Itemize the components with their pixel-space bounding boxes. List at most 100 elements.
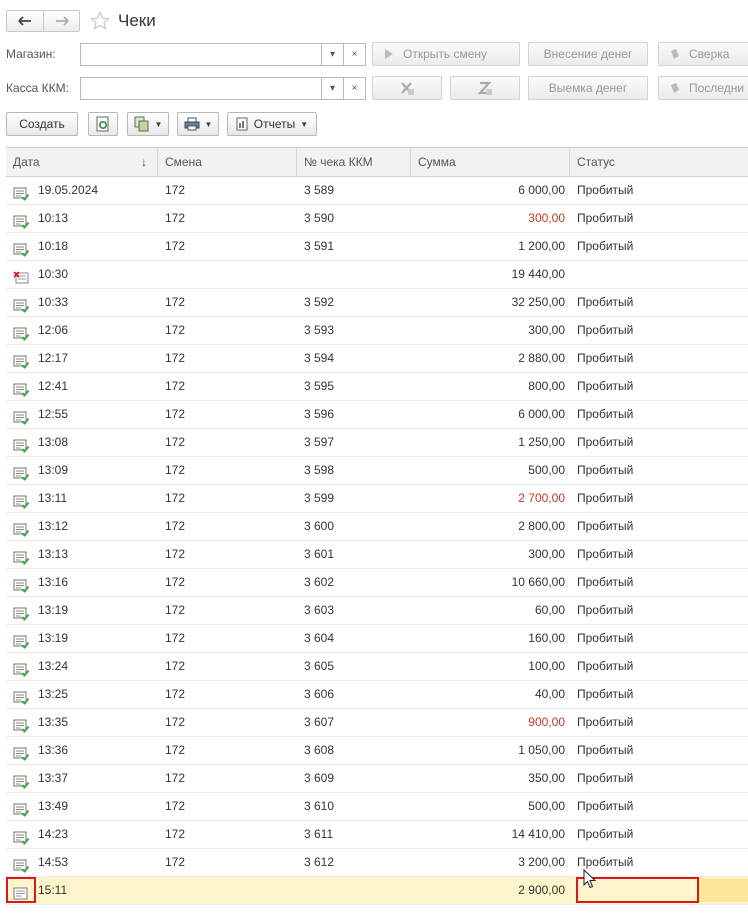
cell-shift[interactable]: 172: [158, 345, 297, 372]
cell-sum[interactable]: 300,00: [411, 317, 570, 344]
cell-check-number[interactable]: 3 590: [297, 205, 411, 232]
cell-date[interactable]: 13:36: [6, 737, 158, 764]
cell-status[interactable]: Пробитый: [570, 233, 748, 260]
cell-shift[interactable]: 172: [158, 737, 297, 764]
cell-check-number[interactable]: 3 601: [297, 541, 411, 568]
cell-shift[interactable]: 172: [158, 709, 297, 736]
cell-sum[interactable]: 14 410,00: [411, 821, 570, 848]
table-row[interactable]: 12:41 172 3 595 800,00 Пробитый: [6, 373, 748, 401]
cell-sum[interactable]: 3 200,00: [411, 849, 570, 876]
last-check-button[interactable]: Последни: [658, 76, 748, 100]
table-row[interactable]: 13:36 172 3 608 1 050,00 Пробитый: [6, 737, 748, 765]
table-row[interactable]: 13:09 172 3 598 500,00 Пробитый: [6, 457, 748, 485]
cell-date[interactable]: 10:18: [6, 233, 158, 260]
cell-date[interactable]: 14:53: [6, 849, 158, 876]
table-row[interactable]: 14:53 172 3 612 3 200,00 Пробитый: [6, 849, 748, 877]
table-row[interactable]: 13:35 172 3 607 900,00 Пробитый: [6, 709, 748, 737]
shop-dropdown-button[interactable]: ▾: [322, 42, 344, 66]
cell-status[interactable]: Пробитый: [570, 345, 748, 372]
cell-check-number[interactable]: 3 593: [297, 317, 411, 344]
cell-check-number[interactable]: 3 606: [297, 681, 411, 708]
cell-status[interactable]: Пробитый: [570, 681, 748, 708]
cell-status[interactable]: Пробитый: [570, 765, 748, 792]
cell-sum[interactable]: 60,00: [411, 597, 570, 624]
back-button[interactable]: [7, 11, 43, 31]
table-row[interactable]: 13:49 172 3 610 500,00 Пробитый: [6, 793, 748, 821]
cell-date[interactable]: 13:19: [6, 625, 158, 652]
cell-status[interactable]: Пробитый: [570, 289, 748, 316]
cell-shift[interactable]: 172: [158, 513, 297, 540]
cell-status[interactable]: Пробитый: [570, 793, 748, 820]
cell-date[interactable]: 12:17: [6, 345, 158, 372]
cell-status[interactable]: Пробитый: [570, 513, 748, 540]
cell-check-number[interactable]: 3 597: [297, 429, 411, 456]
table-row[interactable]: 10:30 19 440,00: [6, 261, 748, 289]
z-report-button[interactable]: [450, 76, 520, 100]
cell-date[interactable]: 13:16: [6, 569, 158, 596]
cell-check-number[interactable]: 3 605: [297, 653, 411, 680]
table-row[interactable]: 13:19 172 3 603 60,00 Пробитый: [6, 597, 748, 625]
cell-check-number[interactable]: 3 595: [297, 373, 411, 400]
table-row[interactable]: 13:12 172 3 600 2 800,00 Пробитый: [6, 513, 748, 541]
cell-sum[interactable]: 160,00: [411, 625, 570, 652]
table-row[interactable]: 13:16 172 3 602 10 660,00 Пробитый: [6, 569, 748, 597]
cell-check-number[interactable]: 3 610: [297, 793, 411, 820]
cell-sum[interactable]: 500,00: [411, 793, 570, 820]
cell-check-number[interactable]: 3 604: [297, 625, 411, 652]
cell-sum[interactable]: 1 050,00: [411, 737, 570, 764]
cell-shift[interactable]: 172: [158, 205, 297, 232]
table-row[interactable]: 10:18 172 3 591 1 200,00 Пробитый: [6, 233, 748, 261]
forward-button[interactable]: [43, 11, 79, 31]
cell-status[interactable]: Пробитый: [570, 401, 748, 428]
cell-sum[interactable]: 800,00: [411, 373, 570, 400]
cell-date[interactable]: 14:23: [6, 821, 158, 848]
cell-sum[interactable]: 2 880,00: [411, 345, 570, 372]
cell-shift[interactable]: 172: [158, 569, 297, 596]
cell-date[interactable]: 10:33: [6, 289, 158, 316]
cell-status[interactable]: Пробитый: [570, 205, 748, 232]
cell-sum[interactable]: 100,00: [411, 653, 570, 680]
cell-date[interactable]: 12:41: [6, 373, 158, 400]
table-row[interactable]: 13:08 172 3 597 1 250,00 Пробитый: [6, 429, 748, 457]
cell-sum[interactable]: 40,00: [411, 681, 570, 708]
cell-status[interactable]: Пробитый: [570, 485, 748, 512]
cell-sum[interactable]: 2 700,00: [411, 485, 570, 512]
cell-date[interactable]: 13:11: [6, 485, 158, 512]
cell-check-number[interactable]: [297, 261, 411, 288]
cell-status[interactable]: Пробитый: [570, 653, 748, 680]
cell-check-number[interactable]: 3 607: [297, 709, 411, 736]
cell-shift[interactable]: 172: [158, 765, 297, 792]
cell-check-number[interactable]: 3 591: [297, 233, 411, 260]
cell-check-number[interactable]: 3 596: [297, 401, 411, 428]
table-row[interactable]: 14:23 172 3 611 14 410,00 Пробитый: [6, 821, 748, 849]
column-header-date[interactable]: Дата ↓: [6, 148, 158, 176]
cell-date[interactable]: 13:24: [6, 653, 158, 680]
cell-status[interactable]: Пробитый: [570, 373, 748, 400]
cell-date[interactable]: 13:13: [6, 541, 158, 568]
cell-check-number[interactable]: 3 611: [297, 821, 411, 848]
cell-date[interactable]: 13:25: [6, 681, 158, 708]
shop-input[interactable]: [80, 42, 322, 66]
cell-sum[interactable]: 300,00: [411, 205, 570, 232]
table-row[interactable]: 13:11 172 3 599 2 700,00 Пробитый: [6, 485, 748, 513]
cell-shift[interactable]: [158, 261, 297, 288]
cell-status[interactable]: Пробитый: [570, 457, 748, 484]
cell-status[interactable]: Пробитый: [570, 709, 748, 736]
column-header-check-number[interactable]: № чека ККМ: [297, 148, 411, 176]
cell-check-number[interactable]: [297, 877, 411, 904]
kkm-dropdown-button[interactable]: ▾: [322, 76, 344, 100]
refresh-button[interactable]: [88, 112, 118, 136]
cell-status[interactable]: Пробитый: [570, 429, 748, 456]
copy-menu-button[interactable]: ▼: [127, 112, 169, 136]
cash-in-button[interactable]: Внесение денег: [528, 42, 648, 66]
cell-date[interactable]: 13:37: [6, 765, 158, 792]
cell-shift[interactable]: 172: [158, 793, 297, 820]
x-report-button[interactable]: [372, 76, 442, 100]
cell-date[interactable]: 13:12: [6, 513, 158, 540]
table-row[interactable]: 13:37 172 3 609 350,00 Пробитый: [6, 765, 748, 793]
table-row[interactable]: 12:06 172 3 593 300,00 Пробитый: [6, 317, 748, 345]
create-button[interactable]: Создать: [6, 112, 78, 136]
cell-check-number[interactable]: 3 608: [297, 737, 411, 764]
cell-status[interactable]: Пробитый: [570, 177, 748, 204]
cell-check-number[interactable]: 3 612: [297, 849, 411, 876]
